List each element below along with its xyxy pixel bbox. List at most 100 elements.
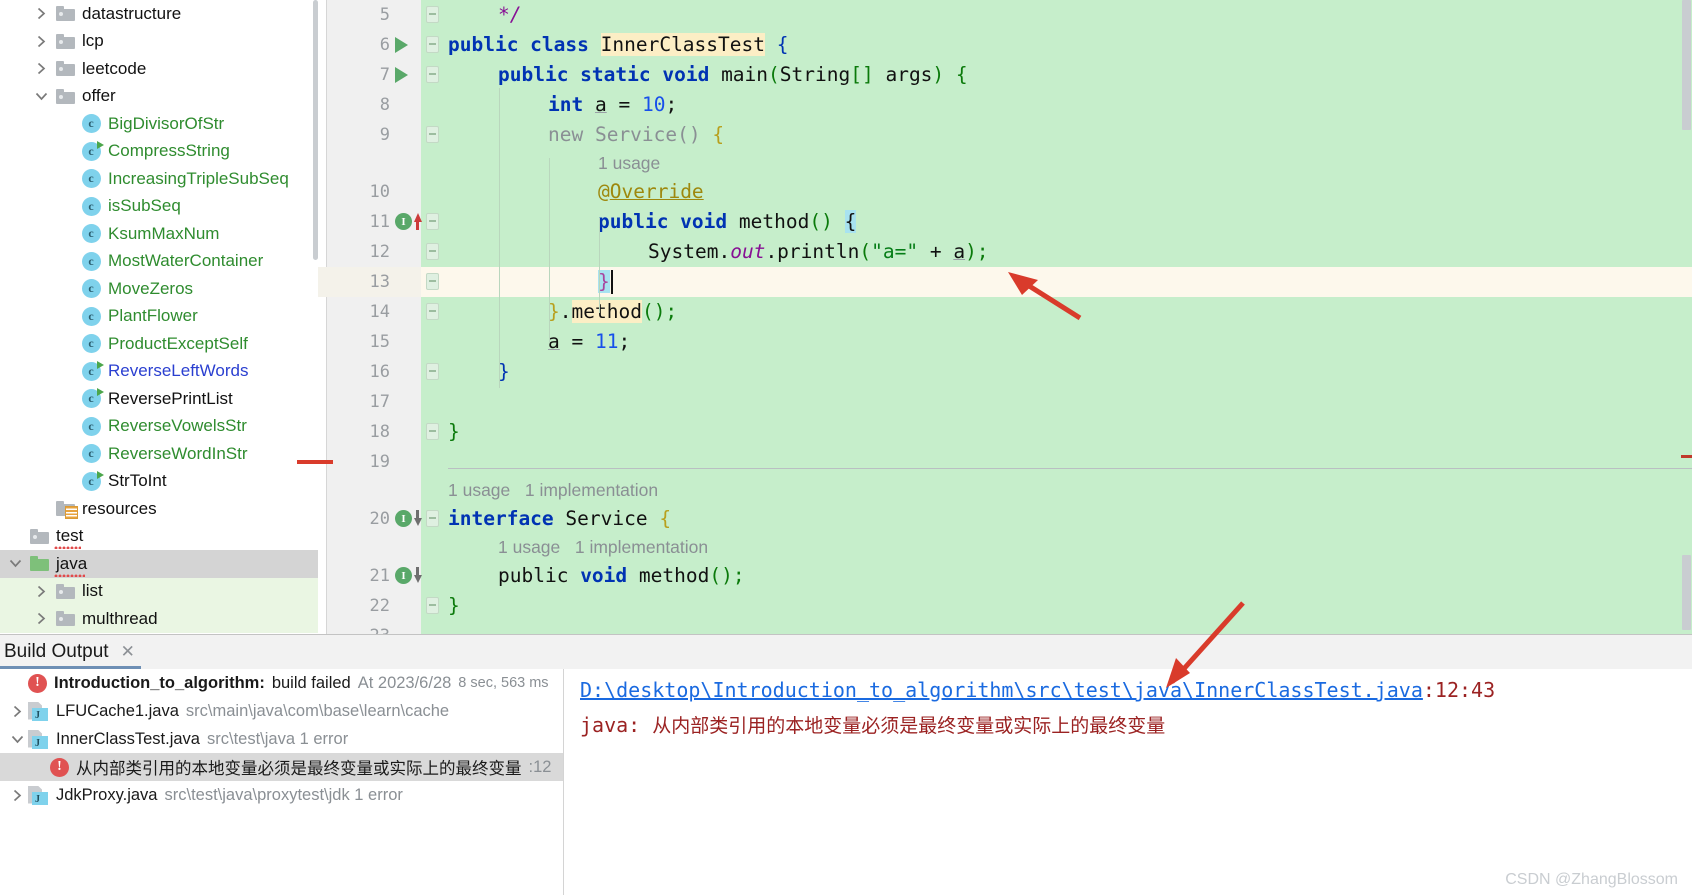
build-row-detail: 从内部类引用的本地变量必须是最终变量或实际上的最终变量: [76, 760, 522, 778]
tree-item-reverseprintlist[interactable]: c ReversePrintList: [0, 385, 318, 413]
editor-scroll-thumb[interactable]: [1682, 0, 1691, 130]
editor-scrollbar[interactable]: [1681, 0, 1692, 634]
implementation-gutter-icon[interactable]: I: [395, 213, 422, 230]
build-output-row[interactable]: J InnerClassTest.java src\test\java 1 erro…: [0, 725, 563, 753]
tree-item-compressstring[interactable]: c CompressString: [0, 138, 318, 166]
code-editor[interactable]: 5 */6 public class InnerClassTest {7 public…: [318, 0, 1692, 634]
tree-item-plantflower[interactable]: c PlantFlower: [0, 303, 318, 331]
chevron-right-icon[interactable]: [6, 789, 28, 802]
inlay-hint[interactable]: 1 usage 1 implementation: [448, 477, 658, 504]
tree-item-resources[interactable]: resources: [0, 495, 318, 523]
code-line[interactable]: public class InnerClassTest {: [448, 30, 788, 60]
code-fold-marker[interactable]: [426, 303, 439, 320]
build-output-row[interactable]: J LFUCache1.java src\main\java\com\base\le…: [0, 697, 563, 725]
code-line[interactable]: }.method();: [548, 297, 677, 327]
code-fold-marker[interactable]: [426, 273, 439, 290]
inlay-hint[interactable]: 1 usage: [598, 150, 660, 177]
java-class-icon: c: [78, 306, 104, 326]
code-token: +: [918, 240, 954, 263]
chevron-down-icon[interactable]: [4, 559, 26, 568]
build-row-meta: src\test\java 1 error: [206, 729, 349, 748]
tree-item-reversewordinstr[interactable]: c ReverseWordInStr: [0, 440, 318, 468]
code-fold-marker[interactable]: [426, 363, 439, 380]
tree-item-productexceptself[interactable]: c ProductExceptSelf: [0, 330, 318, 358]
code-line[interactable]: a = 11;: [548, 327, 630, 357]
code-token: main: [721, 63, 769, 86]
code-token: =: [559, 330, 595, 353]
indent-guide: [499, 88, 500, 388]
tree-item-java[interactable]: java: [0, 550, 318, 578]
tree-item-increasingtriplesubseq[interactable]: c IncreasingTripleSubSeq: [0, 165, 318, 193]
project-tree-panel[interactable]: datastructure lcp leetcode offer c BigDivisor…: [0, 0, 318, 634]
tree-item-reversevowelsstr[interactable]: c ReverseVowelsStr: [0, 413, 318, 441]
error-path-link[interactable]: D:\desktop\Introduction_to_algorithm\src…: [580, 678, 1423, 702]
build-problem-tree[interactable]: ! Introduction_to_algorithm: build failed A…: [0, 669, 564, 895]
tree-item-movezeros[interactable]: c MoveZeros: [0, 275, 318, 303]
tree-item-datastructure[interactable]: datastructure: [0, 0, 318, 28]
build-output-row[interactable]: ! 从内部类引用的本地变量必须是最终变量或实际上的最终变量:12: [0, 753, 563, 781]
chevron-right-icon[interactable]: [6, 705, 28, 718]
chevron-right-icon[interactable]: [30, 585, 52, 598]
code-line[interactable]: new Service() {: [548, 120, 724, 150]
tree-item-multhread[interactable]: multhread: [0, 605, 318, 633]
code-fold-marker[interactable]: [426, 36, 439, 53]
chevron-down-icon[interactable]: [30, 92, 52, 101]
build-output-tab-label[interactable]: Build Output: [4, 641, 109, 663]
tree-item-list[interactable]: list: [0, 577, 318, 605]
code-fold-marker[interactable]: [426, 66, 439, 83]
folder-icon: [52, 583, 78, 599]
tree-item-leetcode[interactable]: leetcode: [0, 55, 318, 83]
chevron-right-icon[interactable]: [30, 62, 52, 75]
build-console[interactable]: D:\desktop\Introduction_to_algorithm\src…: [564, 669, 1692, 895]
code-line[interactable]: */: [498, 0, 521, 30]
code-line[interactable]: int a = 10;: [548, 90, 677, 120]
build-output-row[interactable]: ! Introduction_to_algorithm: build failed A…: [0, 669, 563, 697]
code-fold-marker[interactable]: [426, 510, 439, 527]
build-output-row[interactable]: J JdkProxy.java src\test\java\proxytest\jd…: [0, 781, 563, 809]
chevron-right-icon[interactable]: [30, 35, 52, 48]
code-line[interactable]: }: [448, 591, 460, 621]
tree-item-issubseq[interactable]: c isSubSeq: [0, 193, 318, 221]
tree-item-mostwatercontainer[interactable]: c MostWaterContainer: [0, 248, 318, 276]
code-line[interactable]: public void method();: [498, 561, 745, 591]
implemented-gutter-icon[interactable]: I: [395, 510, 422, 527]
code-fold-marker[interactable]: [426, 423, 439, 440]
tree-item-offer[interactable]: offer: [0, 83, 318, 111]
implemented-gutter-icon[interactable]: I: [395, 567, 422, 584]
code-fold-marker[interactable]: [426, 6, 439, 23]
code-fold-marker[interactable]: [426, 213, 439, 230]
run-gutter-icon[interactable]: [395, 67, 408, 83]
build-row-detail: build failed: [271, 673, 351, 692]
code-fold-marker[interactable]: [426, 597, 439, 614]
code-fold-marker[interactable]: [426, 126, 439, 143]
inlay-hint[interactable]: 1 usage 1 implementation: [498, 534, 708, 561]
code-token: public: [498, 564, 581, 587]
build-row-meta: At 2023/6/28: [357, 673, 452, 692]
chevron-down-icon[interactable]: [6, 735, 28, 744]
code-line[interactable]: interface Service {: [448, 504, 671, 534]
code-line[interactable]: }: [448, 417, 460, 447]
code-line[interactable]: @Override: [598, 177, 704, 207]
code-line[interactable]: public void method() {: [598, 207, 857, 237]
editor-scroll-area[interactable]: 5 */6 public class InnerClassTest {7 public…: [318, 0, 1692, 634]
tree-item-strtoint[interactable]: c StrToInt: [0, 468, 318, 496]
code-token: (: [768, 63, 780, 86]
editor-scroll-thumb-2[interactable]: [1682, 555, 1691, 630]
error-icon: !: [28, 673, 47, 693]
tree-item-bigdivisorofstr[interactable]: c BigDivisorOfStr: [0, 110, 318, 138]
tree-item-ksummaxnum[interactable]: c KsumMaxNum: [0, 220, 318, 248]
java-class-icon: c: [78, 470, 104, 491]
tree-item-lcp[interactable]: lcp: [0, 28, 318, 56]
code-line[interactable]: public static void main(String[] args) {: [498, 60, 968, 90]
chevron-right-icon[interactable]: [30, 7, 52, 20]
code-token: []: [850, 63, 874, 86]
error-stripe-marker[interactable]: [1681, 455, 1692, 458]
run-gutter-icon[interactable]: [395, 37, 408, 53]
chevron-right-icon[interactable]: [30, 612, 52, 625]
tree-item-reverseleftwords[interactable]: c ReverseLeftWords: [0, 358, 318, 386]
java-file-icon: J: [28, 785, 49, 805]
code-fold-marker[interactable]: [426, 243, 439, 260]
tree-item-test[interactable]: test: [0, 523, 318, 551]
close-icon[interactable]: ✕: [121, 642, 135, 662]
code-line[interactable]: System.out.println("a=" + a);: [648, 237, 989, 267]
